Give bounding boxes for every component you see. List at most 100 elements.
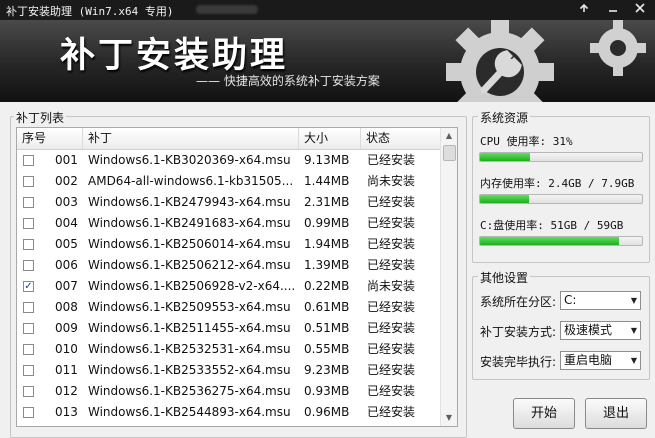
table-row[interactable]: 009 Windows6.1-KB2511455-x64.msu 0.51MB 已经安… xyxy=(17,318,441,339)
after-install-select-value: 重启电脑 xyxy=(564,353,613,367)
banner-subtitle: —— 快捷高效的系统补丁安装方案 xyxy=(196,74,380,88)
row-status: 已经安装 xyxy=(367,237,416,251)
disk-usage-text: C:盘使用率: 51GB / 59GB xyxy=(480,219,624,232)
row-patch-name: Windows6.1-KB2511455-x64.msu xyxy=(88,321,291,335)
table-row[interactable]: 002 AMD64-all-windows6.1-kb31505... 1.44MB… xyxy=(17,171,441,192)
table-row[interactable]: 008 Windows6.1-KB2509553-x64.msu 0.61MB 已经安… xyxy=(17,297,441,318)
cpu-usage-bar-fill xyxy=(480,153,531,161)
row-number: 003 xyxy=(55,195,78,209)
cpu-usage-text: CPU 使用率: 31% xyxy=(480,135,573,148)
row-status: 尚未安装 xyxy=(367,174,416,188)
row-status: 已经安装 xyxy=(367,153,416,167)
other-settings-label: 其他设置 xyxy=(478,269,531,286)
system-resources-label: 系统资源 xyxy=(478,109,531,126)
table-row[interactable]: 010 Windows6.1-KB2532531-x64.msu 0.55MB 已经安… xyxy=(17,339,441,360)
row-patch-name: Windows6.1-KB2506212-x64.msu xyxy=(88,258,291,272)
partition-select-value: C: xyxy=(564,293,577,307)
row-number: 002 xyxy=(55,174,78,188)
patch-list[interactable]: 序号 补丁 大小 状态 001 Windows6.1-KB3020369-x64.… xyxy=(16,127,458,427)
row-checkbox[interactable] xyxy=(23,176,34,187)
column-header-size[interactable]: 大小 xyxy=(299,128,361,149)
table-row[interactable]: 013 Windows6.1-KB2544893-x64.msu 0.96MB 已经安… xyxy=(17,402,441,423)
table-row[interactable]: 012 Windows6.1-KB2536275-x64.msu 0.93MB 已经安… xyxy=(17,381,441,402)
row-number: 005 xyxy=(55,237,78,251)
row-number: 012 xyxy=(55,384,78,398)
row-status: 已经安装 xyxy=(367,342,416,356)
after-install-label: 安装完毕执行: xyxy=(480,355,557,369)
memory-usage-bar-fill xyxy=(480,195,529,203)
row-size: 2.31MB xyxy=(304,195,350,209)
title-bar: 补丁安装助理 (Win7.x64 专用) xyxy=(0,0,655,20)
row-size: 9.13MB xyxy=(304,153,350,167)
row-checkbox[interactable] xyxy=(23,302,34,313)
row-size: 0.61MB xyxy=(304,300,350,314)
partition-label: 系统所在分区: xyxy=(480,295,557,309)
row-patch-name: Windows6.1-KB2533552-x64.msu xyxy=(88,363,291,377)
row-checkbox[interactable] xyxy=(23,197,34,208)
column-header-number[interactable]: 序号 xyxy=(17,128,83,149)
after-install-select[interactable]: 重启电脑 ▼ xyxy=(560,351,641,370)
disk-usage-bar-fill xyxy=(480,237,620,245)
patch-list-rows: 001 Windows6.1-KB3020369-x64.msu 9.13MB 已经安… xyxy=(17,150,441,423)
scroll-down-arrow-icon[interactable]: ▼ xyxy=(441,410,457,426)
row-patch-name: Windows6.1-KB2532531-x64.msu xyxy=(88,342,291,356)
row-checkbox[interactable]: ✓ xyxy=(23,281,34,292)
row-size: 0.93MB xyxy=(304,384,350,398)
chevron-down-icon: ▼ xyxy=(630,356,637,365)
close-icon[interactable] xyxy=(630,1,650,19)
install-mode-label: 补丁安装方式: xyxy=(480,325,557,339)
window-title: 补丁安装助理 (Win7.x64 专用) xyxy=(6,5,174,18)
row-number: 007 xyxy=(55,279,78,293)
row-checkbox[interactable] xyxy=(23,218,34,229)
row-size: 0.51MB xyxy=(304,321,350,335)
vertical-scrollbar[interactable]: ▲ ▼ xyxy=(440,128,457,426)
minimize-icon[interactable] xyxy=(603,1,623,19)
memory-usage-text: 内存使用率: 2.4GB / 7.9GB xyxy=(480,177,635,190)
row-status: 已经安装 xyxy=(367,195,416,209)
row-checkbox[interactable] xyxy=(23,260,34,271)
column-header-patch[interactable]: 补丁 xyxy=(83,128,299,149)
blurred-area xyxy=(196,5,258,14)
row-checkbox[interactable] xyxy=(23,386,34,397)
row-checkbox[interactable] xyxy=(23,155,34,166)
install-mode-select-value: 极速模式 xyxy=(564,323,613,337)
chevron-down-icon: ▼ xyxy=(630,326,637,335)
row-size: 0.55MB xyxy=(304,342,350,356)
table-row[interactable]: 001 Windows6.1-KB3020369-x64.msu 9.13MB 已经安… xyxy=(17,150,441,171)
row-size: 0.22MB xyxy=(304,279,350,293)
table-row[interactable]: 011 Windows6.1-KB2533552-x64.msu 9.23MB 已经安… xyxy=(17,360,441,381)
row-checkbox[interactable] xyxy=(23,239,34,250)
scrollbar-thumb[interactable] xyxy=(443,145,456,161)
partition-select[interactable]: C: ▼ xyxy=(560,291,641,310)
cpu-usage-bar xyxy=(479,152,643,162)
row-number: 001 xyxy=(55,153,78,167)
row-patch-name: AMD64-all-windows6.1-kb31505... xyxy=(88,174,294,188)
row-size: 9.23MB xyxy=(304,363,350,377)
exit-button[interactable]: 退出 xyxy=(585,398,647,429)
table-row[interactable]: 003 Windows6.1-KB2479943-x64.msu 2.31MB 已经安… xyxy=(17,192,441,213)
table-row[interactable]: 006 Windows6.1-KB2506212-x64.msu 1.39MB 已经安… xyxy=(17,255,441,276)
row-checkbox[interactable] xyxy=(23,344,34,355)
start-button[interactable]: 开始 xyxy=(513,398,575,429)
row-checkbox[interactable] xyxy=(23,323,34,334)
row-checkbox[interactable] xyxy=(23,365,34,376)
scroll-up-arrow-icon[interactable]: ▲ xyxy=(441,128,457,144)
row-checkbox[interactable] xyxy=(23,407,34,418)
table-row[interactable]: ✓ 007 Windows6.1-KB2506928-v2-x64.... 0.22M… xyxy=(17,276,441,297)
row-patch-name: Windows6.1-KB2536275-x64.msu xyxy=(88,384,291,398)
row-status: 尚未安装 xyxy=(367,279,416,293)
row-number: 006 xyxy=(55,258,78,272)
row-number: 004 xyxy=(55,216,78,230)
column-header-status[interactable]: 状态 xyxy=(361,128,441,149)
chevron-down-icon: ▼ xyxy=(630,296,637,305)
row-size: 0.96MB xyxy=(304,405,350,419)
table-row[interactable]: 004 Windows6.1-KB2491683-x64.msu 0.99MB 已经安… xyxy=(17,213,441,234)
row-patch-name: Windows6.1-KB2479943-x64.msu xyxy=(88,195,291,209)
help-icon[interactable] xyxy=(574,1,594,19)
table-row[interactable]: 005 Windows6.1-KB2506014-x64.msu 1.94MB 已经安… xyxy=(17,234,441,255)
row-status: 已经安装 xyxy=(367,405,416,419)
install-mode-select[interactable]: 极速模式 ▼ xyxy=(560,321,641,340)
patch-list-header: 序号 补丁 大小 状态 xyxy=(17,128,441,150)
row-status: 已经安装 xyxy=(367,258,416,272)
row-number: 008 xyxy=(55,300,78,314)
